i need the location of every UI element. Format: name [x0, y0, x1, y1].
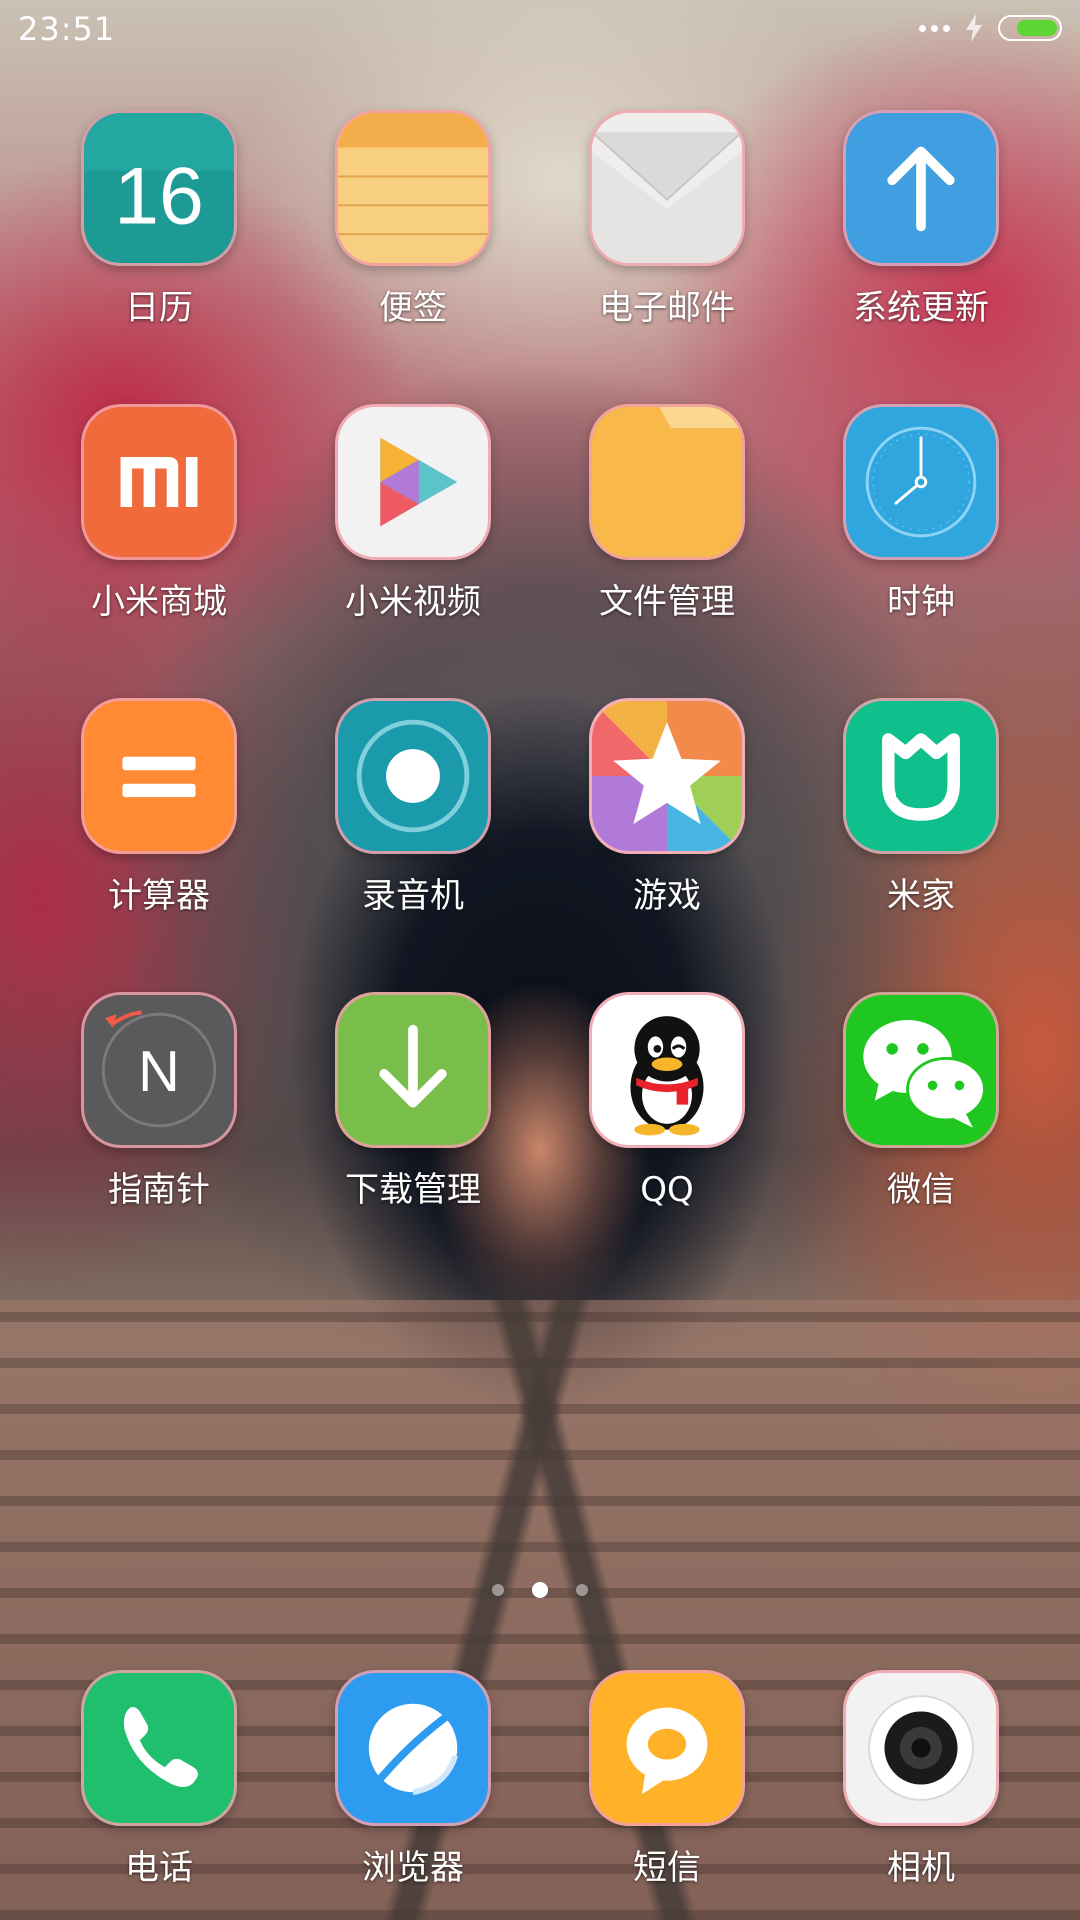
app-label: 计算器	[108, 876, 210, 916]
file-manager-icon	[589, 404, 745, 560]
system-update-icon	[843, 110, 999, 266]
dock-app-camera[interactable]: 相机	[806, 1670, 1036, 1888]
app-label: 录音机	[362, 876, 464, 916]
page-dot[interactable]	[492, 1584, 504, 1596]
app-label: 米家	[887, 876, 955, 916]
calendar-day-number: 16	[114, 152, 204, 242]
app-label: QQ	[640, 1170, 694, 1210]
mi-video-icon	[335, 404, 491, 560]
dock-app-browser[interactable]: 浏览器	[298, 1670, 528, 1888]
compass-icon: N	[81, 992, 237, 1148]
download-manager-icon	[335, 992, 491, 1148]
app-qq[interactable]: QQ	[552, 992, 782, 1210]
phone-icon	[81, 1670, 237, 1826]
mi-store-icon	[81, 404, 237, 560]
app-mi-store[interactable]: 小米商城	[44, 404, 274, 622]
app-label: 电子邮件	[599, 288, 735, 328]
battery-icon	[998, 15, 1062, 41]
charging-bolt-icon	[966, 14, 982, 42]
dock-app-phone[interactable]: 电话	[44, 1670, 274, 1888]
app-label: 系统更新	[853, 288, 989, 328]
wechat-icon	[843, 992, 999, 1148]
app-mijia[interactable]: 米家	[806, 698, 1036, 916]
app-clock[interactable]: 时钟	[806, 404, 1036, 622]
game-icon	[589, 698, 745, 854]
app-label: 电话	[125, 1848, 193, 1888]
camera-icon	[843, 1670, 999, 1826]
status-time: 23:51	[18, 10, 116, 48]
app-label: 小米视频	[345, 582, 481, 622]
browser-icon	[335, 1670, 491, 1826]
calculator-icon	[81, 698, 237, 854]
app-mi-video[interactable]: 小米视频	[298, 404, 528, 622]
app-label: 相机	[887, 1848, 955, 1888]
page-indicator[interactable]	[0, 1582, 1080, 1598]
page-dot[interactable]	[576, 1584, 588, 1596]
app-label: 游戏	[633, 876, 701, 916]
app-file-manager[interactable]: 文件管理	[552, 404, 782, 622]
app-recorder[interactable]: 录音机	[298, 698, 528, 916]
app-calculator[interactable]: 计算器	[44, 698, 274, 916]
app-wechat[interactable]: 微信	[806, 992, 1036, 1210]
mijia-icon	[843, 698, 999, 854]
app-calendar[interactable]: 16 日历	[44, 110, 274, 328]
clock-icon	[843, 404, 999, 560]
app-label: 微信	[887, 1170, 955, 1210]
calendar-icon: 16	[81, 110, 237, 266]
status-indicators	[919, 14, 1062, 42]
status-bar: 23:51	[0, 0, 1080, 60]
app-email[interactable]: 电子邮件	[552, 110, 782, 328]
qq-icon	[589, 992, 745, 1148]
app-label: 便签	[379, 288, 447, 328]
app-compass[interactable]: N 指南针	[44, 992, 274, 1210]
dock-app-messages[interactable]: 短信	[552, 1670, 782, 1888]
notes-icon	[335, 110, 491, 266]
app-game[interactable]: 游戏	[552, 698, 782, 916]
app-label: 短信	[633, 1848, 701, 1888]
messages-icon	[589, 1670, 745, 1826]
email-icon	[589, 110, 745, 266]
app-system-update[interactable]: 系统更新	[806, 110, 1036, 328]
app-label: 下载管理	[345, 1170, 481, 1210]
app-notes[interactable]: 便签	[298, 110, 528, 328]
page-dot-active[interactable]	[532, 1582, 548, 1598]
app-label: 指南针	[108, 1170, 210, 1210]
svg-text:N: N	[138, 1040, 180, 1104]
app-download-manager[interactable]: 下载管理	[298, 992, 528, 1210]
recorder-icon	[335, 698, 491, 854]
app-label: 日历	[125, 288, 193, 328]
app-label: 小米商城	[91, 582, 227, 622]
app-label: 文件管理	[599, 582, 735, 622]
signal-dots-icon	[919, 24, 950, 32]
app-label: 浏览器	[362, 1848, 464, 1888]
app-label: 时钟	[887, 582, 955, 622]
